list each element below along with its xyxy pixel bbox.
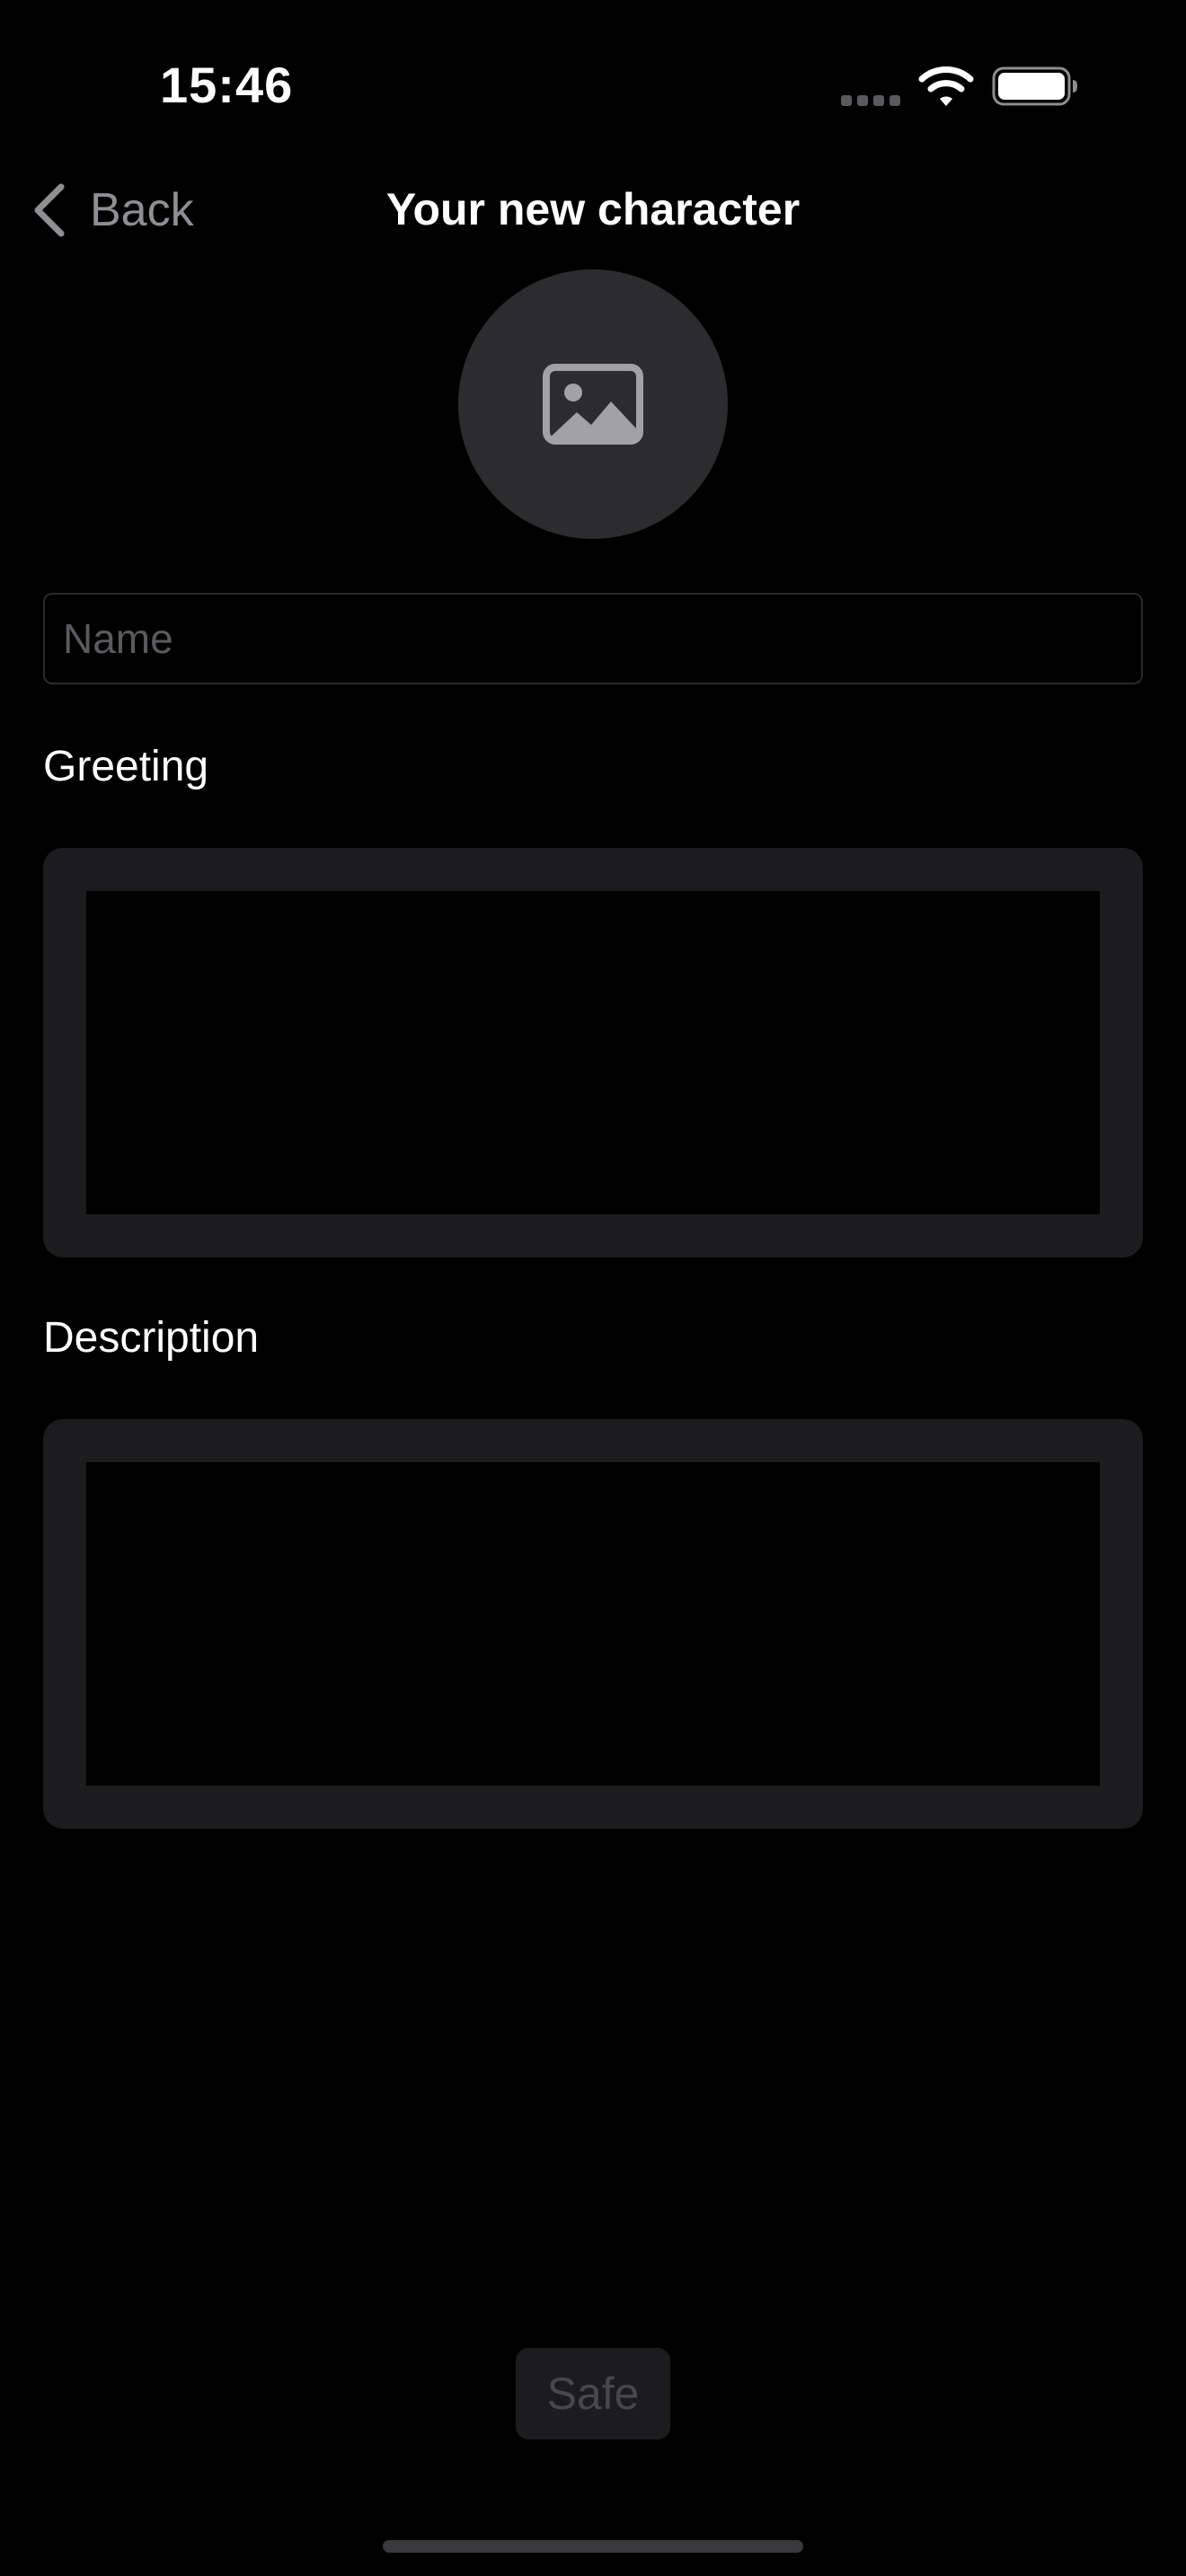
avatar-picker[interactable] — [458, 269, 728, 539]
greeting-label: Greeting — [43, 743, 209, 790]
description-label: Description — [43, 1314, 260, 1362]
greeting-field-container — [43, 848, 1143, 1257]
name-input[interactable] — [43, 593, 1143, 684]
wifi-icon — [918, 66, 974, 106]
photo-icon — [543, 364, 643, 445]
signal-dots-icon — [841, 95, 900, 106]
description-field-container — [43, 1419, 1143, 1829]
page-title: Your new character — [385, 184, 801, 234]
save-button[interactable]: Safe — [516, 2348, 670, 2439]
battery-icon — [992, 66, 1077, 106]
home-indicator — [383, 2540, 803, 2553]
greeting-field[interactable] — [86, 891, 1100, 1214]
description-field[interactable] — [86, 1462, 1100, 1786]
status-time: 15:46 — [160, 57, 294, 113]
